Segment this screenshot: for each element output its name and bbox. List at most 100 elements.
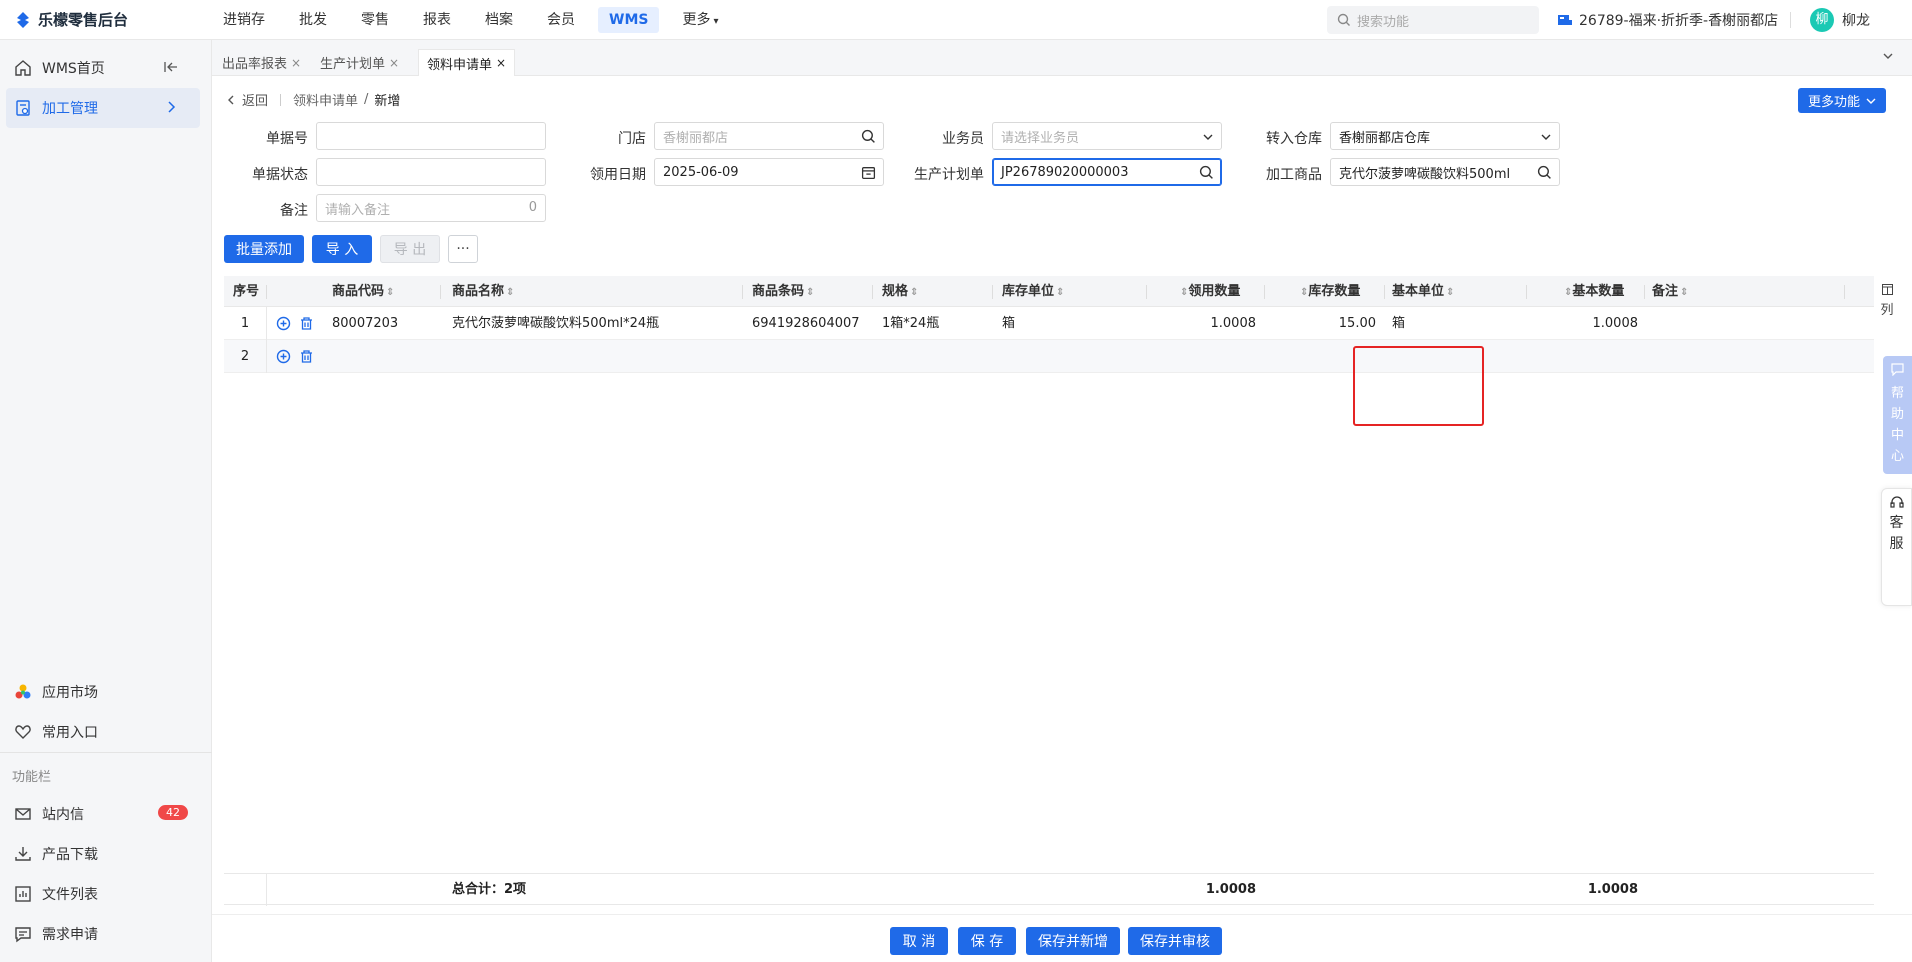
user-name: 柳龙: [1842, 13, 1870, 29]
search-icon[interactable]: [1199, 165, 1214, 180]
table-row[interactable]: 1 80007203 克代尔菠萝啤碳酸饮料500ml*24瓶 694192860…: [224, 307, 1874, 340]
col-stock-unit[interactable]: 库存单位 ⇕: [1002, 276, 1064, 307]
remark-label: 备注: [280, 203, 308, 219]
store-label: 门店: [618, 131, 646, 147]
row-actions: [276, 316, 314, 331]
sidebar-item-inbox[interactable]: 站内信 42: [6, 794, 200, 834]
cancel-button[interactable]: 取 消: [890, 927, 948, 955]
sort-icon[interactable]: ⇕: [386, 287, 394, 298]
global-search[interactable]: 搜索功能: [1327, 6, 1539, 34]
sidebar-item-processing[interactable]: 加工管理: [6, 88, 200, 128]
col-remark[interactable]: 备注 ⇕: [1652, 276, 1688, 307]
nav-item-retail[interactable]: 零售: [350, 7, 400, 33]
delete-row-icon[interactable]: [299, 316, 314, 331]
sort-icon[interactable]: ⇕: [806, 287, 814, 298]
search-icon[interactable]: [861, 129, 876, 144]
process-item-field[interactable]: 克代尔菠萝啤碳酸饮料500ml: [1330, 158, 1560, 186]
nav-item-inventory[interactable]: 进销存: [212, 7, 276, 33]
col-base-unit[interactable]: 基本单位 ⇕: [1392, 276, 1454, 307]
breadcrumb: 返回 领料申请单 / 新增: [224, 90, 400, 109]
breadcrumb-parent[interactable]: 领料申请单: [293, 90, 358, 109]
to-warehouse-select[interactable]: 香榭丽都店仓库: [1330, 122, 1560, 150]
col-barcode[interactable]: 商品条码 ⇕: [752, 276, 814, 307]
col-base-qty[interactable]: ⇕基本数量: [1562, 276, 1624, 307]
help-char: 助: [1890, 407, 1904, 422]
salesman-select[interactable]: 请选择业务员: [992, 122, 1222, 150]
save-and-new-button[interactable]: 保存并新增: [1026, 927, 1120, 955]
more-actions-button[interactable]: ···: [448, 235, 478, 263]
close-icon[interactable]: ×: [389, 56, 399, 70]
sort-icon[interactable]: ⇕: [910, 287, 918, 298]
sidebar-item-label: 加工管理: [42, 101, 98, 117]
table-row[interactable]: 2: [224, 340, 1874, 373]
nav-item-archive[interactable]: 档案: [474, 7, 524, 33]
col-name[interactable]: 商品名称 ⇕: [452, 276, 514, 307]
remark-field[interactable]: 请输入备注 0: [316, 194, 546, 222]
more-functions-button[interactable]: 更多功能: [1798, 88, 1886, 113]
col-stock-qty[interactable]: ⇕库存数量: [1298, 276, 1360, 307]
close-icon[interactable]: ×: [496, 56, 506, 70]
search-icon[interactable]: [1537, 165, 1552, 180]
section-title: 功能栏: [12, 770, 52, 785]
calendar-icon[interactable]: [861, 165, 876, 180]
app-logo[interactable]: 乐檬零售后台: [0, 9, 212, 30]
col-spec-label: 规格: [882, 284, 909, 299]
sidebar-item-wms-home[interactable]: WMS首页: [6, 48, 200, 88]
nav-item-more[interactable]: 更多 ▾: [671, 7, 729, 33]
col-stock-qty-label: 库存数量: [1308, 284, 1361, 299]
sort-icon[interactable]: ⇕: [506, 287, 514, 298]
sort-icon[interactable]: ⇕: [1680, 287, 1688, 298]
tab-yield-report[interactable]: 出品率报表 ×: [214, 49, 309, 76]
store-field[interactable]: 香榭丽都店: [654, 122, 884, 150]
tab-production-plan[interactable]: 生产计划单 ×: [312, 49, 407, 76]
unread-badge: 42: [158, 805, 188, 820]
batch-add-button[interactable]: 批量添加: [224, 235, 304, 263]
back-link[interactable]: 返回: [224, 90, 268, 109]
user-menu[interactable]: 柳 柳龙: [1810, 0, 1870, 40]
sort-icon[interactable]: ⇕: [1056, 287, 1064, 298]
nav-item-wms[interactable]: WMS: [598, 6, 660, 33]
export-button[interactable]: 导 出: [380, 235, 440, 263]
help-center-tab[interactable]: 帮 助 中 心: [1883, 356, 1912, 474]
add-row-icon[interactable]: [276, 316, 291, 331]
tab-material-request[interactable]: 领料申请单 ×: [418, 49, 516, 76]
to-warehouse-value: 香榭丽都店仓库: [1339, 130, 1431, 146]
doc-no-field[interactable]: [316, 122, 546, 150]
breadcrumb-separator: /: [364, 92, 369, 107]
tabs-dropdown-icon[interactable]: [1876, 50, 1900, 70]
collapse-sidebar-icon[interactable]: [164, 60, 188, 78]
nav-item-wholesale[interactable]: 批发: [288, 7, 338, 33]
column-settings[interactable]: 列: [1874, 276, 1900, 326]
column-divider: [1264, 285, 1265, 299]
col-base-qty-label: 基本数量: [1572, 284, 1625, 299]
sidebar-item-file-list[interactable]: 文件列表: [6, 874, 200, 914]
close-icon[interactable]: ×: [291, 56, 301, 70]
sidebar-item-common-entry[interactable]: 常用入口: [6, 712, 200, 752]
sidebar-item-download[interactable]: 产品下载: [6, 834, 200, 874]
nav-item-member[interactable]: 会员: [536, 7, 586, 33]
col-code[interactable]: 商品代码 ⇕: [332, 276, 394, 307]
store-selector[interactable]: 26789-福来·折折季-香榭丽都店: [1557, 0, 1778, 40]
use-date-picker[interactable]: 2025-06-09: [654, 158, 884, 186]
col-spec[interactable]: 规格 ⇕: [882, 276, 918, 307]
import-button[interactable]: 导 入: [312, 235, 372, 263]
save-button[interactable]: 保 存: [958, 927, 1016, 955]
sidebar-item-request[interactable]: 需求申请: [6, 914, 200, 954]
col-remark-label: 备注: [1652, 284, 1679, 299]
add-row-icon[interactable]: [276, 349, 291, 364]
total-base-qty: 1.0008: [1587, 882, 1638, 897]
save-and-audit-button[interactable]: 保存并审核: [1128, 927, 1222, 955]
chat-icon: [1891, 363, 1904, 377]
delete-row-icon[interactable]: [299, 349, 314, 364]
nav-item-reports[interactable]: 报表: [412, 7, 462, 33]
doc-status-field[interactable]: [316, 158, 546, 186]
sort-icon[interactable]: ⇕: [1446, 287, 1454, 298]
cell-name: 克代尔菠萝啤碳酸饮料500ml*24瓶: [452, 316, 660, 331]
app-market-icon: [15, 684, 31, 699]
customer-service-tab[interactable]: 客 服: [1881, 488, 1912, 606]
cell-use-qty[interactable]: 1.0008: [1162, 307, 1257, 340]
plan-no-field[interactable]: JP26789020000003: [992, 158, 1222, 186]
plan-no-label: 生产计划单: [914, 167, 984, 183]
col-use-qty[interactable]: ⇕领用数量: [1178, 276, 1240, 307]
sidebar-item-app-market[interactable]: 应用市场: [6, 672, 200, 712]
